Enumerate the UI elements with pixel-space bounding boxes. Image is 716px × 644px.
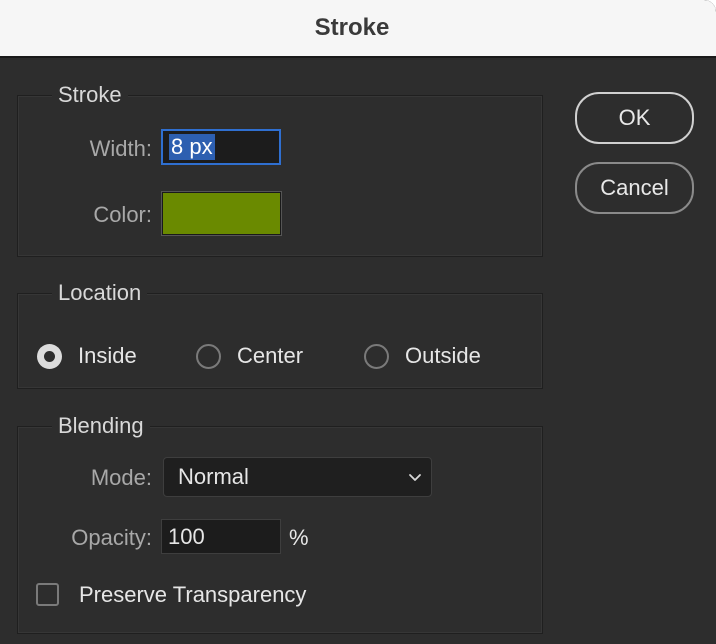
ok-button[interactable]: OK: [575, 92, 694, 144]
width-input[interactable]: 8 px: [161, 129, 281, 165]
location-group-label: Location: [52, 280, 148, 306]
radio-center-label: Center: [237, 343, 304, 368]
radio-inside[interactable]: Inside: [37, 343, 137, 369]
preserve-transparency-checkbox[interactable]: [36, 583, 59, 606]
blending-group-label: Blending: [52, 413, 150, 439]
title-bar[interactable]: Stroke: [0, 0, 716, 58]
radio-outside-label: Outside: [405, 343, 481, 368]
width-label: Width:: [89, 136, 152, 161]
stroke-group: Stroke Width: 8 px Color:: [17, 82, 543, 257]
preserve-transparency-label[interactable]: Preserve Transparency: [79, 582, 306, 608]
radio-inside-label: Inside: [78, 343, 137, 368]
radio-center-button[interactable]: [196, 343, 221, 369]
stroke-dialog: Stroke Stroke Width: 8 px Color: Locatio…: [0, 0, 716, 644]
dialog-content: Stroke Width: 8 px Color: Location Insid…: [0, 60, 716, 644]
mode-label: Mode:: [90, 465, 152, 490]
stroke-group-label: Stroke: [52, 82, 128, 108]
opacity-unit: %: [289, 525, 309, 550]
blend-mode-value: Normal: [178, 464, 249, 489]
radio-center[interactable]: Center: [196, 343, 303, 369]
chevron-down-icon: [409, 474, 421, 481]
color-label: Color:: [93, 202, 152, 227]
width-input-value: 8 px: [169, 134, 215, 160]
blend-mode-select[interactable]: Normal: [163, 457, 432, 497]
opacity-label: Opacity:: [71, 525, 152, 550]
dialog-title: Stroke: [314, 14, 390, 41]
location-group: Location Inside Center Outside: [17, 280, 543, 389]
opacity-input[interactable]: 100: [161, 519, 281, 554]
opacity-input-value: 100: [168, 523, 205, 549]
stroke-color-swatch[interactable]: [162, 192, 281, 235]
cancel-button[interactable]: Cancel: [575, 162, 694, 214]
radio-outside-button[interactable]: [364, 343, 389, 369]
radio-inside-button[interactable]: [37, 343, 62, 369]
blending-group: Blending Mode: Normal Opacity: 100 % Pre…: [17, 413, 543, 634]
radio-outside[interactable]: Outside: [364, 343, 481, 369]
